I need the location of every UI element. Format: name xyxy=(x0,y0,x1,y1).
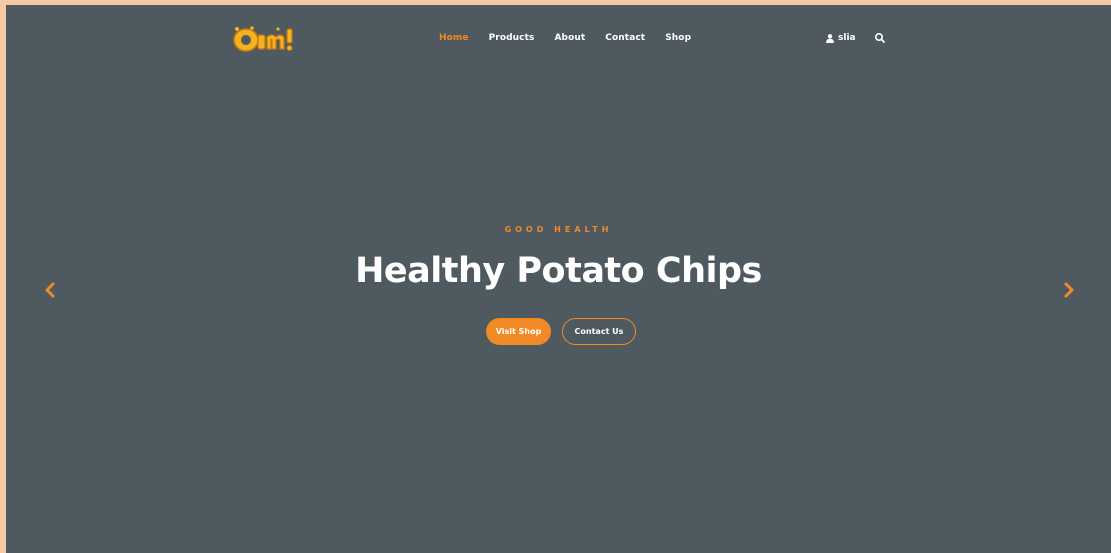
user-account-link[interactable]: slia xyxy=(826,33,856,43)
nav-item-shop[interactable]: Shop xyxy=(665,33,691,43)
brand-logo[interactable] xyxy=(230,25,296,53)
nav-item-contact[interactable]: Contact xyxy=(605,33,645,43)
contact-us-button[interactable]: Contact Us xyxy=(562,318,636,345)
visit-shop-button[interactable]: Visit Shop xyxy=(486,318,551,345)
nav-item-home[interactable]: Home xyxy=(439,33,469,43)
user-name: slia xyxy=(838,33,856,43)
chevron-left-icon[interactable] xyxy=(43,281,57,299)
hero-title: Healthy Potato Chips xyxy=(355,251,762,291)
nav-item-products[interactable]: Products xyxy=(489,33,535,43)
main-nav: Home Products About Contact Shop xyxy=(439,33,711,43)
nav-item-about[interactable]: About xyxy=(554,33,585,43)
user-icon xyxy=(826,33,834,43)
search-icon[interactable] xyxy=(874,32,886,44)
hero-eyebrow: GOOD HEALTH xyxy=(504,225,613,234)
page-frame: Home Products About Contact Shop slia GO… xyxy=(6,5,1111,553)
site-header: Home Products About Contact Shop slia xyxy=(6,5,1111,71)
chevron-right-icon[interactable] xyxy=(1062,281,1076,299)
